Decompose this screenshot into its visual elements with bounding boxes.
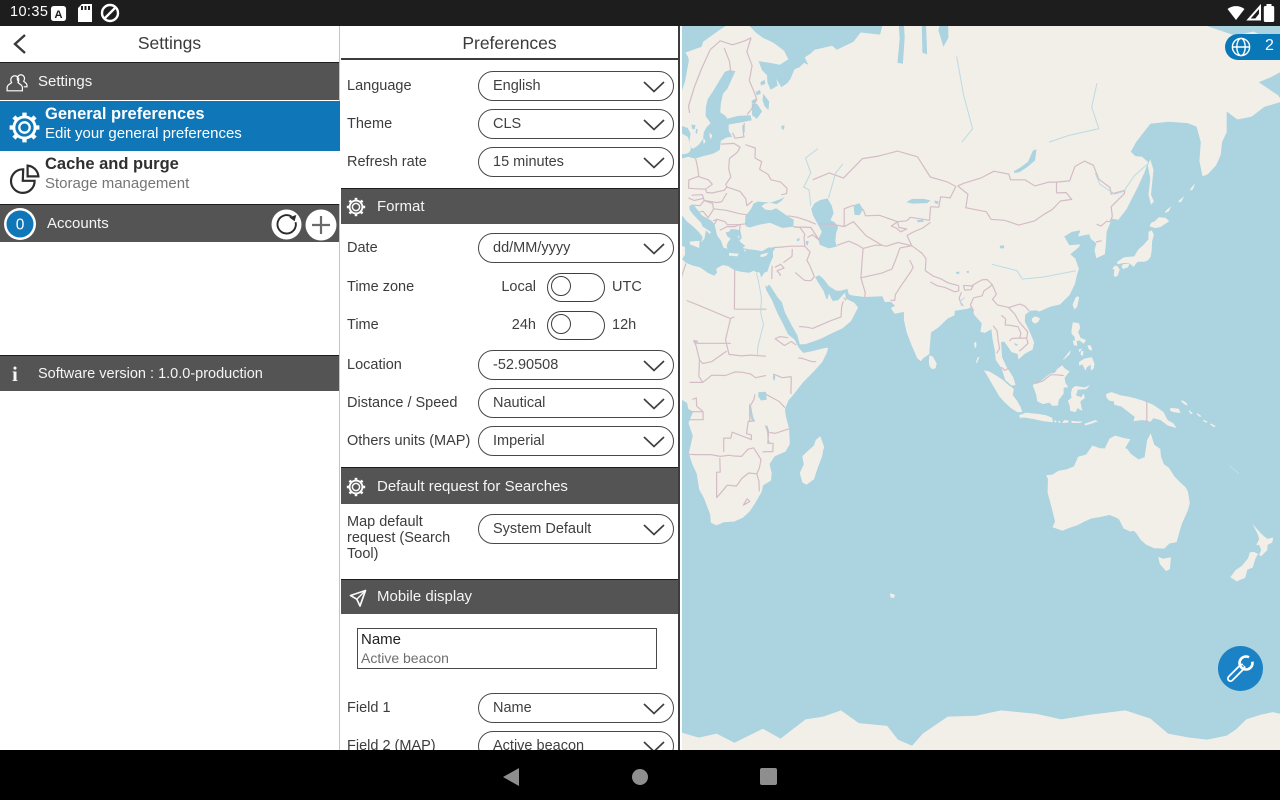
svg-text:A: A bbox=[54, 8, 62, 20]
svg-text:0: 0 bbox=[16, 217, 25, 234]
